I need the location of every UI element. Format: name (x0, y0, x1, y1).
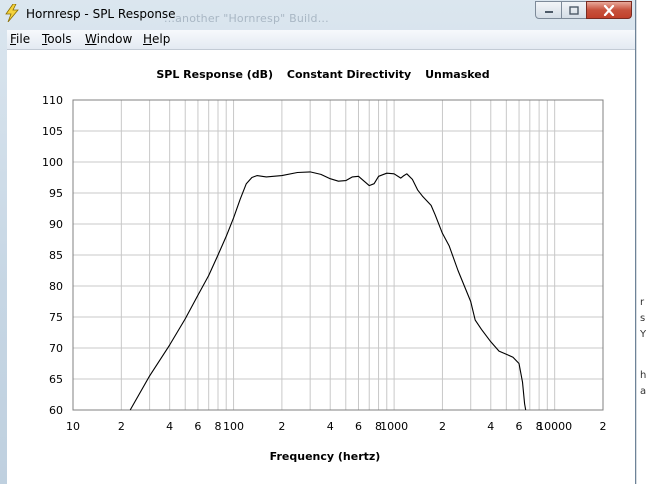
y-tick-label: 60 (49, 404, 63, 417)
maximize-icon (569, 5, 579, 15)
background-text-fragment: Y (640, 329, 647, 340)
x-tick-label: 4 (487, 420, 494, 433)
y-tick-label: 110 (42, 94, 63, 107)
x-tick-label: 4 (327, 420, 334, 433)
y-tick-label: 80 (49, 280, 63, 293)
y-tick-label: 75 (49, 311, 63, 324)
y-tick-label: 95 (49, 187, 63, 200)
hornresp-window: Hornresp - SPL Response ...another "Horn… (0, 0, 636, 484)
x-tick-label: 8 (214, 420, 221, 433)
background-window-title: ...another "Hornresp" Build... (164, 12, 329, 25)
x-tick-label: 2 (278, 420, 285, 433)
x-tick-label: 2 (600, 420, 607, 433)
x-tick-label: 1000 (380, 420, 408, 433)
x-tick-label: 100 (223, 420, 244, 433)
spl-response-chart: 110105100959085807570656010 2 4 6 8 100 2 4 6 810… (42, 94, 607, 433)
close-icon (603, 4, 615, 16)
menu-tools[interactable]: Tools (42, 32, 72, 46)
y-tick-label: 70 (49, 342, 63, 355)
y-tick-label: 105 (42, 125, 63, 138)
background-text-fragment: r (640, 297, 645, 308)
y-tick-label: 65 (49, 373, 63, 386)
y-tick-label: 90 (49, 218, 63, 231)
title-bar[interactable]: Hornresp - SPL Response ...another "Horn… (0, 0, 636, 30)
menu-bar: File Tools Window Help (7, 30, 635, 50)
x-tick-label: 2 (118, 420, 125, 433)
x-tick-label: 10000 (537, 420, 572, 433)
y-tick-label: 100 (42, 156, 63, 169)
minimize-icon (544, 11, 553, 13)
spl-response-line (129, 171, 527, 411)
x-tick-label: 2 (439, 420, 446, 433)
close-button[interactable] (586, 1, 632, 19)
menu-window[interactable]: Window (85, 32, 132, 46)
x-tick-label: 4 (166, 420, 173, 433)
y-tick-label: 85 (49, 249, 63, 262)
x-axis-label: Frequency (hertz) (269, 450, 381, 463)
chart-area: SPL Response (dB) Constant Directivity U… (7, 50, 635, 484)
background-text-fragment: s (640, 313, 646, 324)
maximize-button[interactable] (561, 1, 587, 19)
x-tick-label: 6 (355, 420, 362, 433)
minimize-button[interactable] (535, 1, 562, 19)
background-text-fragment: a (640, 386, 647, 397)
window-title: Hornresp - SPL Response (26, 7, 176, 21)
lightning-bolt-icon (5, 4, 19, 22)
background-text-fragment: h (640, 370, 647, 381)
menu-file[interactable]: File (10, 32, 30, 46)
background-window-edge: r s Y h a (636, 0, 650, 484)
x-tick-label: 6 (194, 420, 201, 433)
x-tick-label: 6 (516, 420, 523, 433)
menu-help[interactable]: Help (143, 32, 170, 46)
x-tick-label: 10 (66, 420, 80, 433)
